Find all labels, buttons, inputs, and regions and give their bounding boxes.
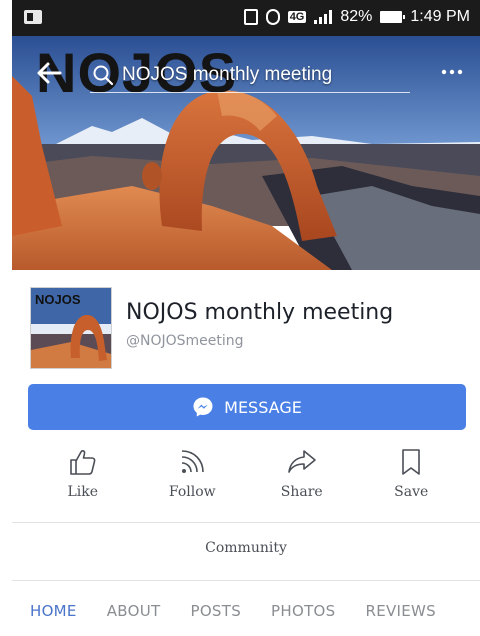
search-field[interactable]: NOJOS monthly meeting — [90, 58, 410, 93]
search-icon — [93, 65, 114, 86]
tab-photos[interactable]: PHOTOS — [271, 602, 335, 620]
status-indicators: 4G 82% 1:49 PM — [243, 8, 470, 26]
tab-posts[interactable]: POSTS — [190, 602, 241, 620]
more-options-icon[interactable] — [438, 62, 466, 82]
notification-icon — [24, 10, 42, 24]
follow-label: Follow — [168, 484, 216, 500]
battery-percent: 82% — [340, 8, 373, 25]
messenger-icon — [193, 397, 213, 417]
share-button[interactable]: Share — [247, 446, 357, 512]
status-bar: 4G 82% 1:49 PM — [12, 0, 480, 36]
cover-photo[interactable]: NOJOS NOJOS monthly meeting — [12, 36, 480, 270]
tab-about[interactable]: ABOUT — [107, 602, 161, 620]
page-handle: @NOJOSmeeting — [126, 333, 244, 349]
save-button[interactable]: Save — [357, 446, 467, 512]
divider — [12, 522, 480, 523]
clock: 1:49 PM — [410, 8, 470, 25]
like-label: Like — [67, 484, 99, 500]
vibrate-icon — [243, 9, 258, 25]
signal-icon — [314, 10, 333, 24]
share-arrow-icon — [287, 450, 316, 473]
action-row: Like Follow Share Save — [28, 446, 466, 512]
tab-home[interactable]: HOME — [30, 602, 77, 620]
thumbs-up-icon — [69, 450, 96, 475]
message-button-label: MESSAGE — [224, 397, 302, 417]
follow-button[interactable]: Follow — [138, 446, 248, 512]
page-tabs: HOME ABOUT POSTS PHOTOS REVIEWS — [30, 602, 466, 620]
save-label: Save — [394, 484, 429, 500]
bookmark-icon — [402, 449, 421, 475]
profile-picture-label: NOJOS — [35, 292, 81, 307]
back-arrow-icon[interactable] — [34, 58, 64, 88]
divider — [12, 580, 480, 581]
share-label: Share — [280, 484, 323, 500]
like-button[interactable]: Like — [28, 446, 138, 512]
profile-picture[interactable]: NOJOS — [30, 287, 112, 369]
tab-reviews[interactable]: REVIEWS — [365, 602, 436, 620]
call-icon — [265, 9, 280, 25]
search-text: NOJOS monthly meeting — [122, 64, 333, 85]
network-type: 4G — [287, 11, 307, 23]
page-title: NOJOS monthly meeting — [126, 300, 394, 325]
community-link[interactable]: Community — [12, 540, 480, 556]
top-bar: NOJOS monthly meeting — [12, 50, 480, 98]
battery-icon — [380, 11, 406, 23]
message-button[interactable]: MESSAGE — [28, 384, 466, 430]
rss-icon — [182, 450, 205, 473]
